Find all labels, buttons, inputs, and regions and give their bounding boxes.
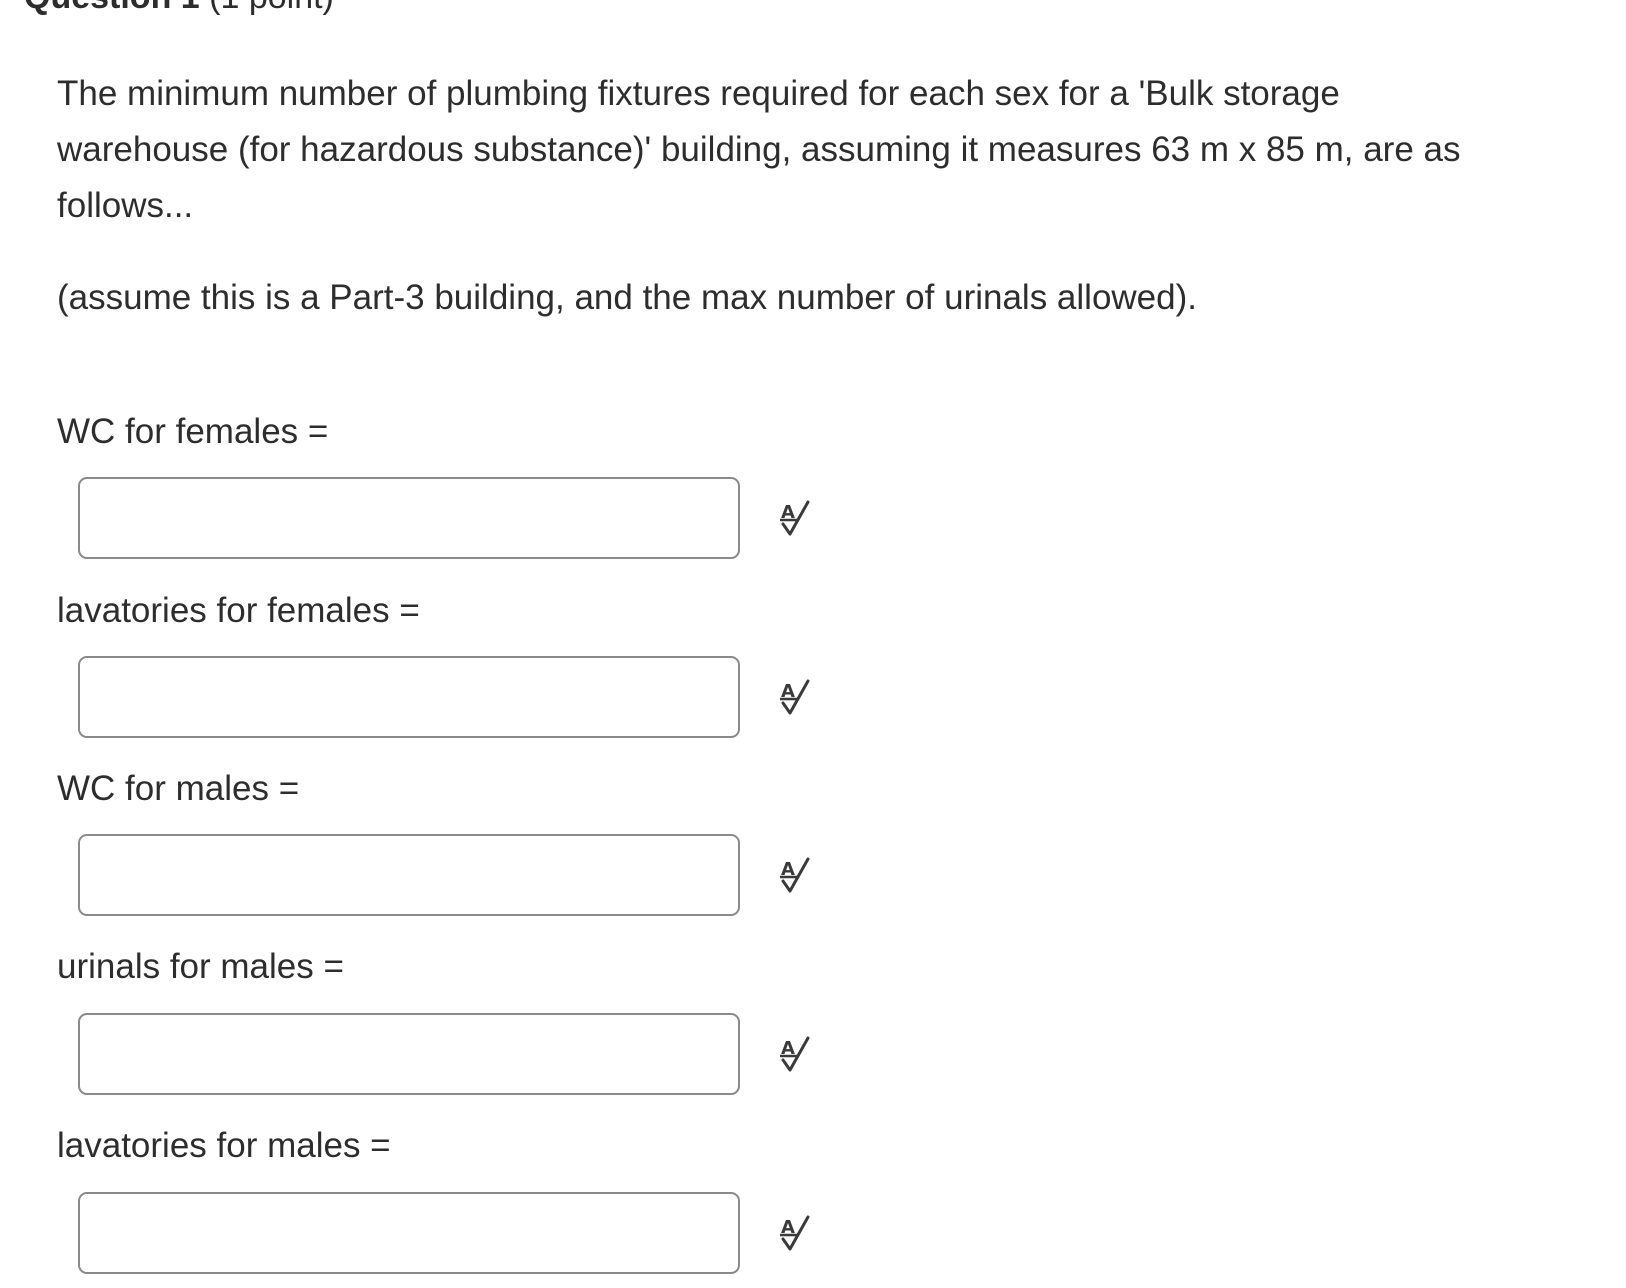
- question-prompt: The minimum number of plumbing fixtures …: [57, 66, 1517, 317]
- spellcheck-icon[interactable]: A: [778, 1213, 818, 1253]
- field-label-wc-females: WC for females =: [57, 412, 329, 451]
- spellcheck-icon[interactable]: A: [778, 855, 818, 895]
- spellcheck-icon[interactable]: A: [778, 1034, 818, 1074]
- question-page: Question 1 (1 point) The minimum number …: [0, 0, 1626, 1288]
- field-label-wc-males: WC for males =: [57, 769, 300, 808]
- field-label-lavatories-males: lavatories for males =: [57, 1126, 391, 1165]
- spellcheck-icon[interactable]: A: [778, 498, 818, 538]
- lavatories-males-input[interactable]: [78, 1192, 740, 1274]
- question-header: Question 1 (1 point): [24, 0, 334, 17]
- question-title: Question 1: [24, 0, 200, 16]
- question-points: (1 point): [209, 0, 334, 16]
- wc-males-input[interactable]: [78, 834, 740, 916]
- field-label-urinals-males: urinals for males =: [57, 947, 344, 986]
- spellcheck-icon[interactable]: A: [778, 677, 818, 717]
- wc-females-input[interactable]: [78, 477, 740, 559]
- field-label-lavatories-females: lavatories for females =: [57, 591, 420, 630]
- urinals-males-input[interactable]: [78, 1013, 740, 1095]
- prompt-text: The minimum number of plumbing fixtures …: [57, 74, 1461, 225]
- prompt-assumption: (assume this is a Part-3 building, and t…: [57, 278, 1197, 317]
- lavatories-females-input[interactable]: [78, 656, 740, 738]
